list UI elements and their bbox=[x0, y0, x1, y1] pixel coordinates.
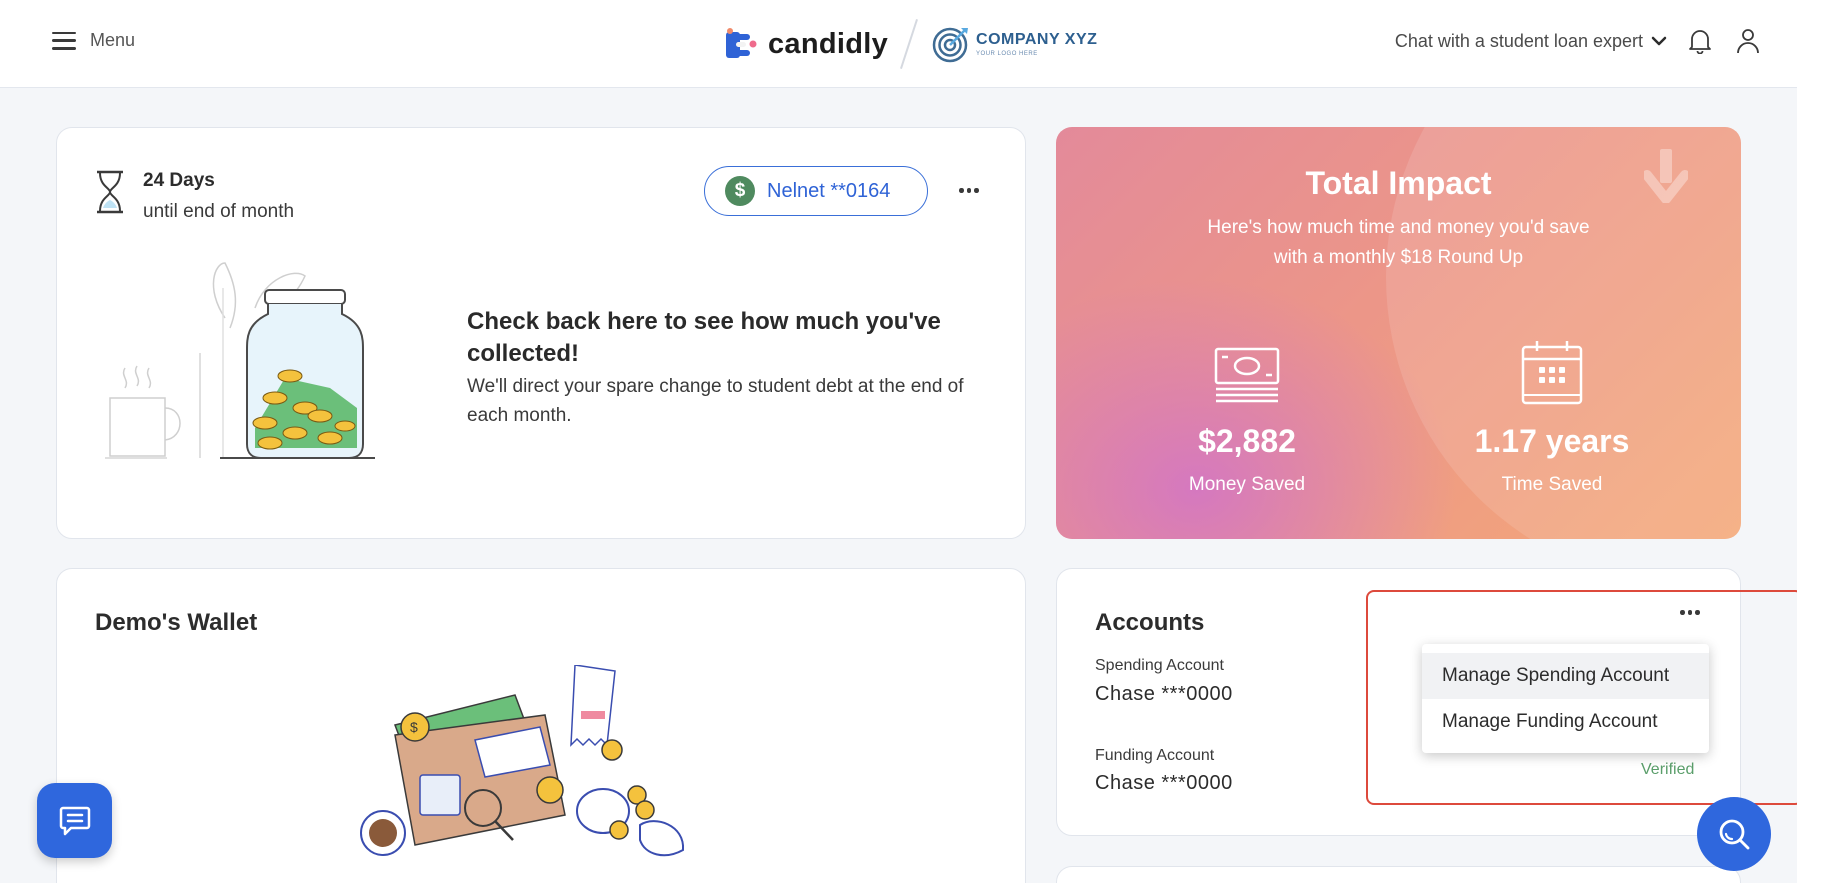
savings-more-icon[interactable] bbox=[955, 182, 983, 199]
spending-account-label: Spending Account bbox=[1095, 657, 1224, 674]
manage-funding-account-item[interactable]: Manage Funding Account bbox=[1422, 699, 1709, 745]
spending-account-value: Chase ***0000 bbox=[1095, 683, 1233, 705]
time-saved-value: 1.17 years bbox=[1474, 423, 1630, 459]
company-tagline: YOUR LOGO HERE bbox=[976, 50, 1038, 57]
wallet-illustration: $ bbox=[355, 664, 745, 883]
page-edge bbox=[1797, 0, 1823, 883]
round-up-savings-card: 24 Days until end of month $ Nelnet **01… bbox=[56, 127, 1026, 539]
menu-label: Menu bbox=[90, 30, 136, 50]
accounts-more-icon[interactable] bbox=[1676, 604, 1704, 621]
chat-icon bbox=[59, 806, 90, 835]
total-impact-card: Total Impact Here's how much time and mo… bbox=[1056, 127, 1741, 539]
hamburger-icon bbox=[52, 31, 76, 50]
company-name: COMPANY XYZ bbox=[976, 30, 1098, 48]
impact-subtitle: Here's how much time and money you'd sav… bbox=[1056, 213, 1741, 273]
notifications-button[interactable] bbox=[1685, 26, 1715, 56]
savings-title: Check back here to see how much you've c… bbox=[467, 308, 941, 367]
header-actions: Chat with a student loan expert bbox=[1395, 26, 1763, 56]
search-icon bbox=[1719, 819, 1750, 850]
funding-verified-status: Verified bbox=[1641, 761, 1695, 778]
brand-name: candidly bbox=[768, 27, 889, 60]
accounts-menu: Manage Spending Account Manage Funding A… bbox=[1422, 644, 1709, 753]
user-icon bbox=[1737, 29, 1759, 54]
next-card bbox=[1056, 866, 1741, 883]
days-remaining: 24 Days bbox=[143, 170, 215, 191]
time-saved-stat: 1.17 years Time Saved bbox=[1362, 337, 1741, 496]
top-header: Menu candidly COMPANY XYZ YOUR LOGO HERE… bbox=[0, 0, 1797, 88]
calendar-icon bbox=[1362, 337, 1741, 405]
svg-text:$: $ bbox=[410, 719, 418, 735]
loan-account-pill[interactable]: $ Nelnet **0164 bbox=[704, 166, 928, 216]
savings-description: We'll direct your spare change to studen… bbox=[467, 376, 964, 426]
dollar-icon: $ bbox=[725, 176, 755, 206]
funding-account-label: Funding Account bbox=[1095, 747, 1215, 764]
impact-title: Total Impact bbox=[1305, 165, 1492, 201]
manage-spending-account-item[interactable]: Manage Spending Account bbox=[1422, 653, 1709, 699]
chat-expert-dropdown[interactable]: Chat with a student loan expert bbox=[1395, 31, 1667, 52]
menu-button[interactable]: Menu bbox=[52, 30, 135, 51]
accounts-title: Accounts bbox=[1095, 609, 1205, 636]
chevron-down-icon bbox=[1651, 36, 1667, 46]
profile-button[interactable] bbox=[1733, 26, 1763, 56]
brand-divider bbox=[900, 18, 919, 70]
page: Menu candidly COMPANY XYZ YOUR LOGO HERE… bbox=[0, 0, 1803, 883]
time-saved-label: Time Saved bbox=[1501, 474, 1603, 495]
wallet-card: Demo's Wallet $ bbox=[56, 568, 1026, 883]
impact-subtitle-line1: Here's how much time and money you'd sav… bbox=[1207, 217, 1590, 238]
help-search-button[interactable] bbox=[1697, 797, 1771, 871]
company-logo: COMPANY XYZ YOUR LOGO HERE bbox=[932, 25, 1097, 63]
impact-subtitle-line2: with a monthly $18 Round Up bbox=[1273, 247, 1524, 268]
chat-expert-label: Chat with a student loan expert bbox=[1394, 30, 1643, 51]
days-remaining-sub: until end of month bbox=[143, 201, 295, 222]
funding-account-value: Chase ***0000 bbox=[1095, 772, 1233, 794]
wallet-title: Demo's Wallet bbox=[95, 609, 258, 636]
brand-logos[interactable]: candidly COMPANY XYZ YOUR LOGO HERE bbox=[726, 18, 1097, 70]
hourglass-icon bbox=[97, 170, 123, 214]
bell-icon bbox=[1689, 30, 1711, 54]
target-icon bbox=[932, 27, 969, 63]
chat-button[interactable] bbox=[37, 783, 112, 858]
candidly-logo-icon bbox=[726, 28, 758, 60]
money-jar-illustration bbox=[105, 258, 413, 477]
days-countdown: 24 Days until end of month bbox=[95, 170, 294, 223]
loan-account-label: Nelnet **0164 bbox=[767, 179, 891, 202]
